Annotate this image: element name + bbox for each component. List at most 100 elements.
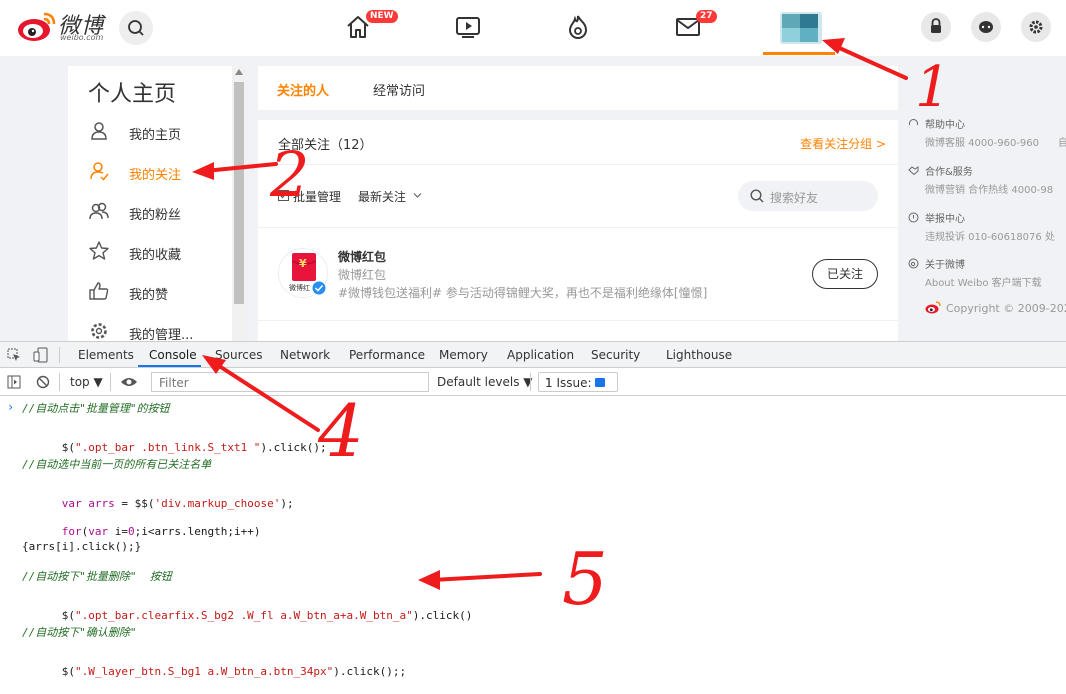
search-friends-input[interactable]: 搜索好友 (738, 181, 878, 211)
code-comment: //自动点击"批量管理"的按钮 (22, 402, 170, 415)
console-output[interactable]: › //自动点击"批量管理"的按钮 $(".opt_bar .btn_link.… (0, 396, 1066, 694)
issues-button[interactable]: 1 Issue: 1 (538, 372, 618, 392)
tab-lighthouse[interactable]: Lighthouse (666, 348, 732, 362)
tab-network[interactable]: Network (280, 348, 330, 362)
settings-button[interactable] (1021, 12, 1051, 42)
user-name[interactable]: 微博红包 (338, 248, 386, 265)
new-badge: NEW (366, 10, 398, 23)
sidebar-item-label: 我的主页 (129, 128, 182, 143)
lock-icon (931, 18, 941, 33)
logo-subtitle: weibo.com (60, 33, 104, 42)
toolbar-separator (59, 373, 60, 391)
fans-icon (89, 202, 109, 220)
tab-security[interactable]: Security (591, 348, 640, 362)
divider (258, 320, 898, 321)
help-center-line: 微博客服 4000-960-960 (925, 138, 1040, 149)
follow-tabs: 关注的人 经常访问 (258, 66, 898, 110)
console-prompt-icon: › (7, 400, 15, 414)
help-center-title[interactable]: 帮助中心 (925, 116, 965, 131)
sidebar-item-label: 我的赞 (129, 288, 169, 303)
divider (258, 164, 898, 165)
sidebar-item-favorites[interactable]: 我的收藏 (68, 232, 232, 272)
weibo-circle-icon (908, 258, 919, 269)
person-icon (91, 122, 107, 140)
sidebar-scrollbar[interactable] (232, 66, 246, 341)
search-icon (750, 189, 764, 203)
tab-memory[interactable]: Memory (439, 348, 488, 362)
tab-performance[interactable]: Performance (349, 348, 425, 362)
about-weibo-line: About Weibo 客户端下载 (925, 278, 1042, 289)
code-comment: //自动选中当前一页的所有已关注名单 (22, 458, 212, 471)
chevron-down-icon (413, 193, 422, 198)
sidebar-item-likes[interactable]: 我的赞 (68, 272, 232, 312)
thumb-icon (89, 282, 109, 300)
sidebar-item-fans[interactable]: 我的粉丝 (68, 192, 232, 232)
sidebar-item-label: 我的关注 (129, 168, 182, 183)
devtools-tab-bar: Elements Console Sources Network Perform… (0, 342, 1066, 368)
game-button[interactable] (971, 12, 1001, 42)
gear-icon (91, 323, 107, 339)
filter-placeholder: Filter (159, 376, 189, 390)
view-follow-groups-link[interactable]: 查看关注分组 > (800, 135, 886, 152)
avatar-label: 微博红 (289, 284, 310, 292)
gear-icon (1029, 20, 1043, 34)
tab-console[interactable]: Console (149, 348, 197, 362)
code-line: {arrs[i].click();} (22, 540, 142, 553)
tab-frequent[interactable]: 经常访问 (373, 80, 425, 99)
device-toolbar-icon[interactable] (33, 347, 48, 363)
active-nav-underline (763, 52, 835, 55)
follow-icon (90, 162, 109, 181)
toolbar-separator (110, 373, 111, 391)
toolbar-separator (59, 347, 60, 363)
divider (258, 227, 898, 228)
report-center-line: 违规投诉 010-60618076 处 (925, 232, 1055, 243)
inspect-element-icon[interactable] (7, 348, 21, 362)
message-badge: 27 (696, 10, 717, 23)
verified-badge-icon (312, 281, 326, 295)
info-circle-icon (908, 212, 919, 223)
code-comment: //自动按下"确认删除" (22, 626, 137, 639)
scroll-up-arrow-icon[interactable] (235, 69, 243, 75)
eye-icon[interactable] (120, 376, 138, 388)
cooperation-line: 微博营销 合作热线 4000-98 (925, 185, 1054, 196)
sidebar-item-home[interactable]: 我的主页 (68, 112, 232, 152)
all-following-count: 全部关注（12） (278, 138, 373, 153)
code-comment: //自动按下"批量删除" 按钮 (22, 570, 172, 583)
left-sidebar: 个人主页 我的主页 我的关注 我的粉丝 我的收藏 我的赞 我的管理... (68, 66, 232, 343)
sidebar-toggle-icon[interactable] (7, 375, 21, 389)
context-selector[interactable]: top ▼ (70, 375, 103, 389)
filter-input[interactable]: Filter (151, 372, 429, 392)
latest-follow-dropdown[interactable]: 最新关注 (358, 188, 406, 205)
checkbox-icon[interactable] (278, 190, 289, 201)
sidebar-item-label: 我的粉丝 (129, 208, 182, 223)
about-weibo-title[interactable]: 关于微博 (925, 256, 965, 271)
tab-following[interactable]: 关注的人 (277, 80, 329, 99)
scrollbar-thumb[interactable] (234, 82, 244, 304)
hot-flame-icon[interactable] (563, 12, 593, 42)
tab-sources[interactable]: Sources (215, 348, 262, 362)
handshake-icon (908, 166, 919, 176)
help-center-extra: 自 (1058, 138, 1066, 149)
game-controller-icon (979, 21, 993, 33)
active-tab-underline (138, 365, 201, 367)
search-button[interactable] (119, 11, 153, 45)
following-list-card: 全部关注（12） 查看关注分组 > 批量管理 最新关注 搜索好友 ¥ 微博红 微… (258, 120, 898, 341)
search-placeholder: 搜索好友 (770, 191, 819, 205)
tab-elements[interactable]: Elements (78, 348, 134, 362)
user-description: #微博钱包送福利# 参与活动得锦鲤大奖，再也不是福利绝缘体[憧憬] (338, 286, 708, 300)
lock-button[interactable] (921, 12, 951, 42)
batch-manage-button[interactable]: 批量管理 (293, 188, 341, 205)
console-toolbar: top ▼ Filter Default levels ▼ 1 Issue: 1 (0, 368, 1066, 396)
sidebar-title: 个人主页 (88, 82, 177, 107)
clear-console-icon[interactable] (36, 375, 50, 389)
tab-application[interactable]: Application (507, 348, 574, 362)
user-avatar[interactable]: ¥ 微博红 (278, 248, 328, 298)
log-levels-dropdown[interactable]: Default levels ▼ (437, 375, 533, 389)
followed-button[interactable]: 已关注 (812, 259, 878, 289)
cooperation-title[interactable]: 合作&服务 (925, 163, 973, 178)
issues-count: 1 (545, 376, 553, 390)
report-center-title[interactable]: 举报中心 (925, 210, 965, 225)
video-icon[interactable] (453, 12, 483, 42)
sidebar-item-following[interactable]: 我的关注 (68, 152, 232, 192)
profile-avatar[interactable] (780, 12, 822, 44)
